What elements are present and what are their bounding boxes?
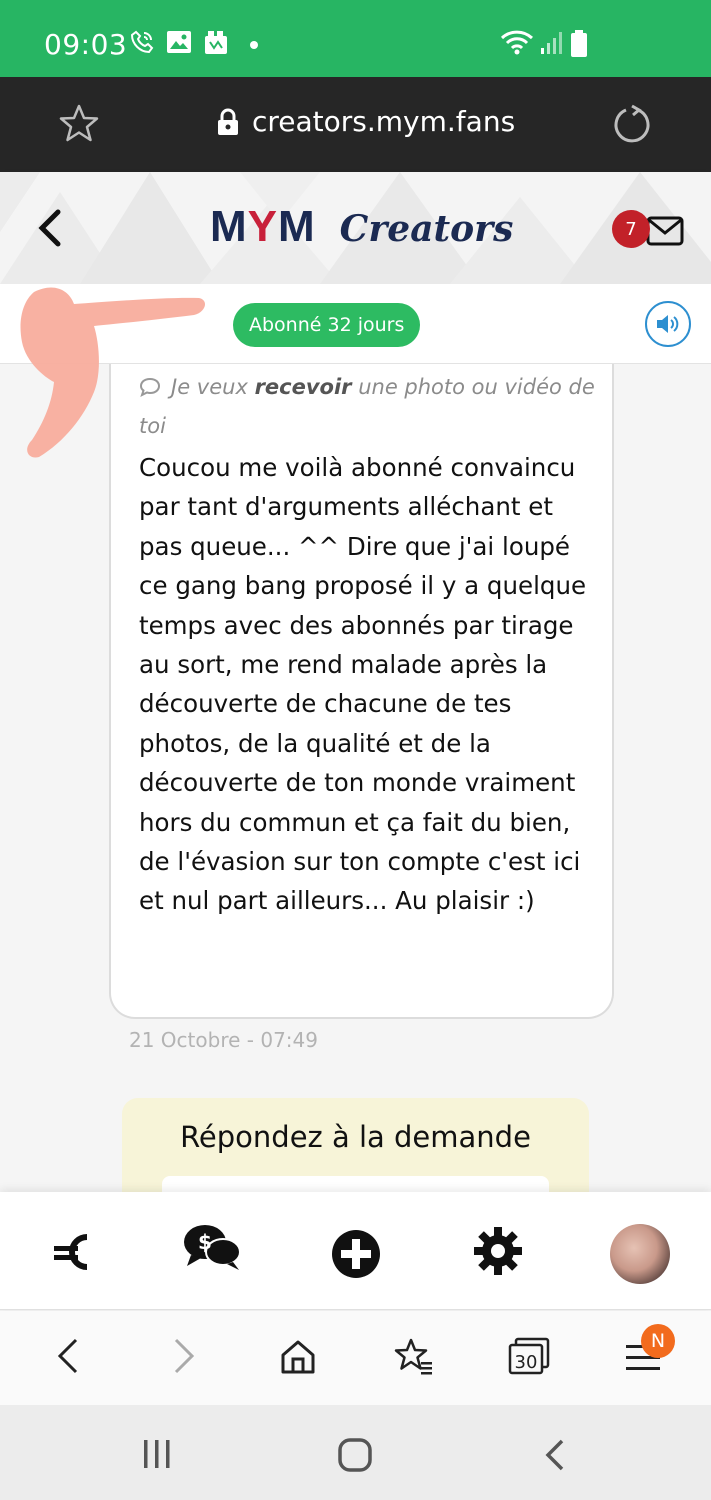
unread-count-badge: 7	[612, 210, 650, 248]
menu-notification-badge: N	[641, 1324, 675, 1358]
url-field[interactable]: creators.mym.fans	[216, 105, 515, 138]
logo-mym: MYM	[210, 202, 316, 251]
browser-url-bar: creators.mym.fans	[0, 77, 711, 172]
tabs-count: 30	[515, 1352, 538, 1373]
bookmarks-icon[interactable]	[394, 1337, 434, 1382]
messages-button[interactable]: 7	[612, 210, 684, 250]
dot-icon	[249, 40, 259, 50]
add-circle-icon[interactable]	[330, 1228, 382, 1285]
mym-creators-logo[interactable]: MYM Creators	[210, 202, 513, 252]
sound-icon	[657, 315, 679, 333]
back-icon[interactable]	[54, 1336, 84, 1381]
logo-creators: Creators	[339, 208, 514, 250]
subscription-badge: Abonné 32 jours	[233, 303, 421, 347]
status-time: 09:03	[44, 28, 128, 61]
recents-icon[interactable]	[141, 1438, 173, 1475]
battery-icon	[570, 30, 588, 58]
browser-bottom-bar: 30	[0, 1311, 711, 1405]
home-circle-icon[interactable]	[337, 1438, 373, 1477]
settings-gear-icon[interactable]	[473, 1226, 523, 1281]
forward-icon[interactable]	[168, 1336, 198, 1381]
reload-icon[interactable]	[612, 104, 652, 149]
reply-title: Répondez à la demande	[180, 1120, 531, 1154]
bookmark-star-icon[interactable]	[59, 103, 99, 148]
phone-call-icon	[130, 30, 154, 54]
lock-icon	[218, 108, 238, 135]
message-timestamp: 21 Octobre - 07:49	[129, 1028, 318, 1052]
app-bottom-nav: $	[0, 1192, 711, 1310]
message-text: Coucou me voilà abonné convaincu par tan…	[139, 453, 587, 916]
app-header: MYM Creators 7	[0, 172, 711, 284]
mail-icon	[646, 216, 684, 246]
status-bar: 09:03	[0, 0, 711, 77]
signal-icon	[540, 30, 564, 56]
tabs-icon[interactable]: 30	[508, 1337, 550, 1382]
reply-input[interactable]	[162, 1176, 549, 1192]
redaction-scribble	[20, 287, 206, 458]
back-chevron-icon[interactable]	[34, 208, 64, 253]
euro-icon[interactable]	[52, 1222, 92, 1287]
dollar-chat-icon[interactable]: $	[183, 1222, 243, 1277]
wifi-icon	[500, 30, 536, 56]
conversation-area: Je veux recevoir une photo ou vidéo de t…	[0, 364, 711, 1192]
svg-text:$: $	[198, 1230, 212, 1254]
logo-y: Y	[247, 202, 279, 251]
gallery-icon	[166, 30, 192, 54]
home-icon[interactable]	[280, 1339, 316, 1380]
url-text: creators.mym.fans	[252, 105, 516, 138]
reply-panel: Répondez à la demande	[122, 1098, 589, 1192]
back-system-icon[interactable]	[542, 1438, 568, 1477]
app-notification-icon	[203, 30, 231, 56]
profile-avatar[interactable]	[610, 1224, 670, 1284]
request-bold: recevoir	[254, 375, 352, 399]
system-nav-bar	[0, 1405, 711, 1500]
message-bubble: Je veux recevoir une photo ou vidéo de t…	[109, 364, 614, 1019]
sound-button[interactable]	[645, 301, 691, 347]
